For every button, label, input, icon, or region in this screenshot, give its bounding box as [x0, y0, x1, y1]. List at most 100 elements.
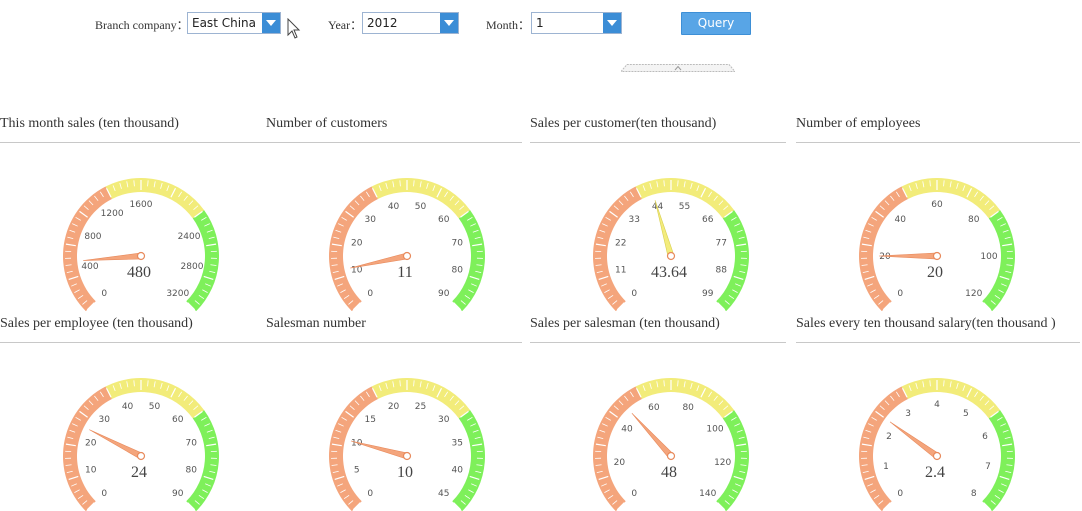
month-dropdown-arrow-icon[interactable] — [603, 13, 621, 33]
title-divider — [796, 342, 1080, 343]
gauge-tick-label: 40 — [122, 402, 134, 412]
gauge-tick-label: 30 — [99, 415, 111, 425]
gauge-tick-label: 0 — [897, 289, 903, 299]
title-divider — [0, 142, 283, 143]
gauge-tick — [148, 380, 149, 386]
gauge-tick-label: 5 — [963, 409, 969, 419]
title-divider — [530, 142, 786, 143]
gauge-tick-label: 120 — [965, 289, 982, 299]
gauge-tick-label: 5 — [354, 465, 360, 475]
year-dropdown-arrow-icon[interactable] — [440, 13, 458, 33]
title-divider — [796, 142, 1080, 143]
gauge-tick — [664, 380, 665, 386]
gauge-tick — [400, 380, 401, 386]
gauge-value: 48 — [661, 464, 677, 481]
gauge-tick-label: 2800 — [181, 262, 204, 272]
gauge-tick-label: 80 — [186, 465, 198, 475]
gauge-tick-label: 77 — [716, 239, 727, 249]
gauge-needle-hub — [138, 453, 145, 460]
gauge-chart: 05101520253035404510 — [318, 346, 498, 511]
month-select[interactable]: 1 — [531, 12, 622, 34]
gauge-tick-label: 90 — [438, 289, 450, 299]
gauge-tick — [944, 180, 945, 186]
gauge-title: Number of employees — [796, 116, 920, 132]
gauge-tick-label: 35 — [452, 439, 463, 449]
gauge-value: 10 — [397, 464, 413, 481]
gauge-chart: 040080012001600240028003200480 — [52, 146, 232, 311]
gauge-title: Sales per customer(ten thousand) — [530, 116, 716, 132]
gauge-tick-label: 20 — [351, 239, 363, 249]
collapse-toggle[interactable] — [621, 64, 735, 72]
gauge-tick-label: 100 — [980, 252, 997, 262]
gauge-tick-label: 25 — [415, 402, 426, 412]
gauge-tick — [930, 180, 931, 186]
gauge-tick-label: 2400 — [178, 232, 201, 242]
gauge-title: Sales every ten thousand salary(ten thou… — [796, 316, 1056, 332]
title-divider — [0, 342, 283, 343]
mouse-cursor-icon — [287, 18, 301, 40]
gauge-chart: 010203040506070809011 — [318, 146, 498, 311]
gauge-tick-label: 120 — [714, 458, 731, 468]
gauge-tick — [944, 380, 945, 386]
gauge-tick — [134, 180, 135, 186]
gauge-title: Salesman number — [266, 316, 366, 332]
gauge-tick-label: 60 — [648, 403, 660, 413]
year-select-value: 2012 — [367, 16, 398, 30]
gauge-needle — [632, 413, 673, 458]
title-divider — [266, 142, 522, 143]
gauge-tick-label: 99 — [702, 289, 714, 299]
gauge-tick-label: 80 — [968, 215, 980, 225]
gauge-chart: 02040608010012020 — [848, 146, 1028, 311]
gauge-tick-label: 50 — [415, 202, 427, 212]
gauge-tick-label: 3 — [905, 409, 911, 419]
gauge-tick-label: 60 — [172, 415, 184, 425]
branch-dropdown-arrow-icon[interactable] — [262, 13, 280, 33]
gauge-value: 11 — [397, 264, 412, 281]
gauge-tick-label: 100 — [706, 424, 723, 434]
gauge-tick — [930, 380, 931, 386]
gauge-band-high — [716, 210, 749, 311]
gauge-needle — [655, 200, 674, 257]
gauge-band-high — [452, 210, 485, 311]
year-label: Year： — [328, 16, 362, 33]
gauge-value: 2.4 — [925, 464, 945, 481]
query-button[interactable]: Query — [681, 12, 751, 35]
gauge-chart: 0123456782.4 — [848, 346, 1028, 511]
gauge-tick-label: 20 — [614, 458, 626, 468]
gauge-band-high — [452, 410, 485, 511]
gauge-needle-hub — [404, 253, 411, 260]
gauge-needle — [351, 441, 408, 459]
month-select-value: 1 — [536, 16, 544, 30]
gauge-value: 20 — [927, 264, 943, 281]
gauge-title: Sales per salesman (ten thousand) — [530, 316, 720, 332]
gauge-tick — [678, 380, 679, 386]
gauge-tick-label: 1600 — [130, 200, 153, 210]
gauge-value: 43.64 — [651, 264, 687, 281]
gauge-needle-hub — [404, 453, 411, 460]
gauge-band-high — [982, 410, 1015, 511]
gauge-tick-label: 1 — [883, 462, 889, 472]
gauge-band-high — [186, 210, 219, 311]
gauge-tick — [414, 380, 415, 386]
gauge-tick-label: 10 — [85, 465, 97, 475]
gauge-needle-hub — [668, 253, 675, 260]
gauge-tick-label: 0 — [101, 289, 107, 299]
gauge-tick — [148, 180, 149, 186]
gauge-tick — [400, 180, 401, 186]
title-divider — [266, 342, 522, 343]
branch-select[interactable]: East China — [187, 12, 281, 34]
gauge-chart: 02040608010012014048 — [582, 346, 762, 511]
gauge-tick-label: 40 — [621, 424, 633, 434]
gauge-tick-label: 20 — [388, 402, 400, 412]
gauge-tick-label: 80 — [682, 403, 694, 413]
gauge-tick-label: 800 — [84, 232, 101, 242]
gauge-title: This month sales (ten thousand) — [0, 116, 179, 132]
gauge-tick-label: 30 — [365, 215, 377, 225]
gauge-tick-label: 0 — [631, 289, 637, 299]
gauge-tick-label: 7 — [985, 462, 991, 472]
gauge-title: Sales per employee (ten thousand) — [0, 316, 193, 332]
gauge-needle-hub — [138, 253, 145, 260]
year-select[interactable]: 2012 — [362, 12, 459, 34]
gauge-band-high — [186, 410, 219, 511]
gauge-tick-label: 50 — [149, 402, 161, 412]
